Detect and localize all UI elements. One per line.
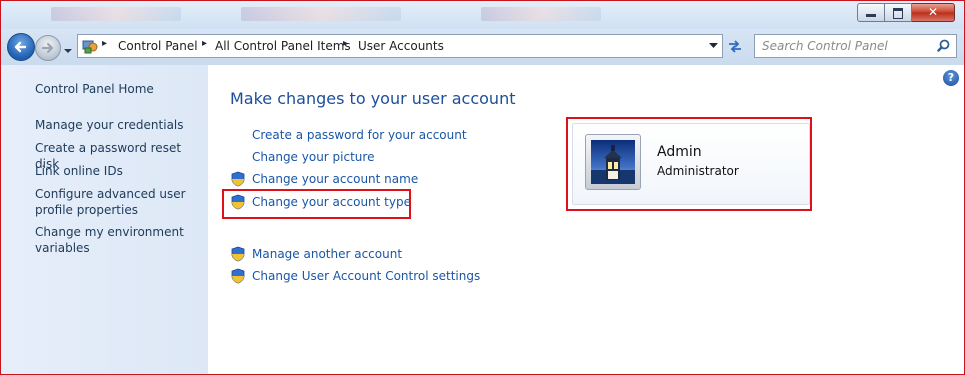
- breadcrumb-arrow[interactable]: ▸: [202, 38, 207, 49]
- control-panel-icon: [82, 40, 98, 54]
- main-content: ? Make changes to your user account Crea…: [208, 65, 964, 374]
- uac-shield-icon: [231, 246, 245, 262]
- sidebar-item-advanced-profile[interactable]: Configure advanced user profile properti…: [35, 186, 186, 218]
- maximize-icon: [893, 8, 903, 19]
- window-controls: ✕: [857, 3, 955, 22]
- user-name: Admin: [657, 144, 702, 160]
- task-change-account-name[interactable]: Change your account name: [252, 172, 418, 186]
- sidebar-item-label: Change my environment: [35, 225, 184, 239]
- chevron-down-icon: [64, 49, 72, 53]
- sidebar-item-label: Link online IDs: [35, 164, 123, 178]
- page-title: Make changes to your user account: [230, 89, 516, 108]
- sidebar-item-link-online-ids[interactable]: Link online IDs: [35, 163, 123, 179]
- uac-shield-icon: [231, 268, 245, 284]
- search-icon[interactable]: [937, 39, 950, 52]
- address-bar[interactable]: ▸ Control Panel ▸ All Control Panel Item…: [77, 34, 723, 58]
- task-create-password[interactable]: Create a password for your account: [252, 128, 467, 142]
- navigation-bar: ▸ Control Panel ▸ All Control Panel Item…: [1, 29, 964, 65]
- title-bar: ✕: [1, 1, 964, 29]
- refresh-button[interactable]: [725, 36, 745, 56]
- minimize-button[interactable]: [857, 3, 885, 22]
- search-box[interactable]: [754, 34, 957, 58]
- sidebar-item-label: profile properties: [35, 203, 138, 217]
- sidebar-item-label: Configure advanced user: [35, 187, 186, 201]
- lighthouse-picture-icon: [591, 140, 635, 184]
- task-manage-another-account[interactable]: Manage another account: [252, 247, 402, 261]
- forward-arrow-icon: [41, 42, 54, 54]
- breadcrumb-control-panel[interactable]: Control Panel: [118, 39, 198, 53]
- address-dropdown-icon[interactable]: [709, 42, 718, 50]
- search-input[interactable]: [762, 39, 927, 53]
- control-panel-window: ✕ ▸ Control Panel ▸ All Control Panel It…: [0, 0, 965, 375]
- sidebar: Control Panel Home Manage your credentia…: [1, 65, 208, 374]
- sidebar-item-label: Manage your credentials: [35, 118, 184, 132]
- sidebar-item-environment-variables[interactable]: Change my environment variables: [35, 224, 184, 256]
- recent-pages-button[interactable]: [63, 41, 73, 53]
- task-change-picture[interactable]: Change your picture: [252, 150, 374, 164]
- uac-shield-icon: [231, 171, 245, 187]
- sidebar-item-manage-credentials[interactable]: Manage your credentials: [35, 117, 184, 133]
- avatar: [585, 134, 641, 190]
- close-icon: ✕: [927, 5, 939, 19]
- forward-button[interactable]: [35, 35, 61, 61]
- breadcrumb-arrow[interactable]: ▸: [343, 38, 348, 49]
- breadcrumb-arrow[interactable]: ▸: [102, 38, 107, 49]
- user-role: Administrator: [657, 164, 739, 178]
- close-button[interactable]: ✕: [912, 3, 955, 22]
- breadcrumb-user-accounts[interactable]: User Accounts: [358, 39, 444, 53]
- maximize-button[interactable]: [885, 3, 912, 22]
- breadcrumb-all-items[interactable]: All Control Panel Items: [215, 39, 351, 53]
- background-taskbar-ghosting: [1, 1, 701, 29]
- refresh-icon: [729, 40, 741, 53]
- minimize-icon: [866, 14, 876, 17]
- back-button[interactable]: [7, 33, 35, 61]
- sidebar-item-control-panel-home[interactable]: Control Panel Home: [35, 81, 154, 97]
- help-icon[interactable]: ?: [943, 70, 959, 86]
- task-uac-settings[interactable]: Change User Account Control settings: [252, 269, 480, 283]
- back-arrow-icon: [14, 41, 27, 53]
- user-account-tile: Admin Administrator: [572, 123, 810, 205]
- highlight-box-account-type: [222, 189, 411, 219]
- sidebar-item-label: variables: [35, 241, 90, 255]
